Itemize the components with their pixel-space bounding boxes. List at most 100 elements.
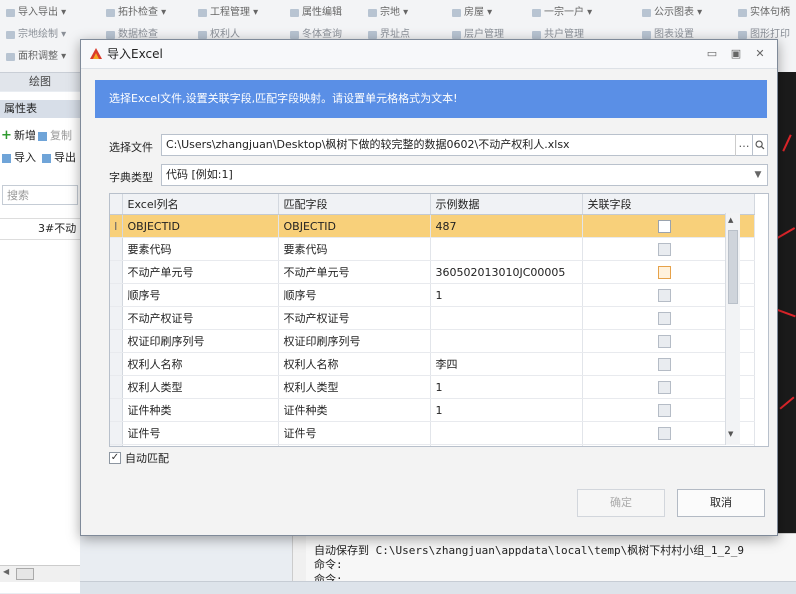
table-row[interactable]: 证件号 证件号 [110, 421, 755, 445]
browse-ellipsis-button[interactable]: … [735, 134, 752, 156]
minimize-icon[interactable]: ▭ [701, 45, 723, 63]
match-field-cell[interactable]: 权证印刷序列号 [278, 329, 431, 353]
scroll-down-icon[interactable]: ▼ [728, 430, 733, 438]
link-field-checkbox[interactable] [657, 403, 671, 417]
sample-data-cell[interactable] [430, 329, 583, 353]
scroll-up-icon[interactable]: ▲ [728, 216, 733, 224]
maximize-icon[interactable]: ▣ [725, 45, 747, 63]
link-field-checkbox[interactable] [657, 219, 671, 233]
ribbon-button[interactable]: 宗地 ▾ [366, 4, 408, 22]
ribbon-button[interactable]: 公示图表 ▾ [640, 4, 702, 22]
column-header-sample[interactable]: 示例数据 [430, 194, 583, 215]
match-field-cell[interactable]: 不动产单元号 [278, 260, 431, 284]
ribbon-button[interactable]: 宗地绘制 ▾ [4, 26, 66, 44]
table-row[interactable]: I OBJECTID OBJECTID 487 [110, 214, 755, 238]
map-canvas[interactable] [776, 72, 796, 593]
file-path-field[interactable]: C:\Users\zhangjuan\Desktop\枫树下做的较完整的数据06… [161, 134, 753, 156]
search-input[interactable]: 搜索 [2, 185, 78, 205]
table-row[interactable]: 权证印刷序列号 权证印刷序列号 [110, 329, 755, 353]
match-field-cell[interactable]: 证件种类 [278, 398, 431, 422]
link-field-checkbox[interactable] [657, 334, 671, 348]
table-row[interactable]: 权利人类型 权利人类型 1 [110, 375, 755, 399]
table-row[interactable]: 顺序号 顺序号 1 [110, 283, 755, 307]
chevron-down-icon[interactable]: ▼ [749, 164, 767, 186]
link-field-checkbox[interactable] [657, 380, 671, 394]
excel-column-cell[interactable]: 要素代码 [122, 237, 279, 261]
link-field-checkbox[interactable] [657, 242, 671, 256]
excel-column-cell[interactable]: 权证印刷序列号 [122, 329, 279, 353]
excel-column-cell[interactable]: 权利人名称 [122, 352, 279, 376]
excel-column-cell[interactable]: 证件号 [122, 421, 279, 445]
sample-data-cell[interactable]: 李四 [430, 352, 583, 376]
search-icon[interactable] [752, 134, 768, 156]
dialog-titlebar[interactable]: 导入Excel ▭ ▣ ✕ [81, 40, 777, 69]
sample-data-cell[interactable]: 1 [430, 375, 583, 399]
new-button[interactable]: 新增 [0, 128, 36, 144]
ribbon-button[interactable]: 房屋 ▾ [450, 4, 492, 22]
ok-button[interactable]: 确定 [577, 489, 665, 517]
ribbon-button[interactable]: 工程管理 ▾ [196, 4, 258, 22]
sample-data-cell[interactable]: 1 [430, 398, 583, 422]
table-row[interactable]: 不动产单元号 不动产单元号 360502013010JC00005 [110, 260, 755, 284]
link-field-checkbox[interactable] [657, 288, 671, 302]
ribbon-button[interactable]: 拓扑检查 ▾ [104, 4, 166, 22]
scroll-left-icon[interactable]: ◀ [3, 567, 9, 576]
ribbon-button[interactable]: 实体句柄 [736, 4, 790, 22]
link-field-checkbox[interactable] [657, 357, 671, 371]
table-row[interactable]: 不动产权证号 不动产权证号 [110, 306, 755, 330]
excel-column-cell[interactable]: OBJECTID [122, 214, 279, 238]
sample-data-cell[interactable] [430, 444, 583, 446]
map-line [776, 308, 796, 318]
export-button[interactable]: 导出 [40, 150, 76, 166]
link-field-checkbox[interactable] [657, 426, 671, 440]
match-field-cell[interactable]: 要素代码 [278, 237, 431, 261]
table-row[interactable]: 要素代码 要素代码 [110, 237, 755, 261]
auto-match-checkbox[interactable]: ✓ [109, 452, 121, 464]
scroll-thumb[interactable] [16, 568, 34, 580]
table-row[interactable]: 发证机关发证机关 [110, 444, 755, 446]
excel-column-cell[interactable]: 顺序号 [122, 283, 279, 307]
link-field-checkbox[interactable] [657, 265, 671, 279]
match-field-cell[interactable]: 发证机关 [278, 444, 431, 446]
ribbon-button[interactable]: 属性编辑 [288, 4, 342, 22]
horizontal-scrollbar[interactable]: ◀ [0, 565, 80, 582]
column-header-match[interactable]: 匹配字段 [278, 194, 431, 215]
list-item[interactable]: 3#不动 [0, 218, 80, 240]
excel-column-cell[interactable]: 权利人类型 [122, 375, 279, 399]
sample-data-cell[interactable]: 487 [430, 214, 583, 238]
scroll-thumb[interactable] [728, 230, 738, 304]
match-field-cell[interactable]: 权利人名称 [278, 352, 431, 376]
excel-column-cell[interactable]: 发证机关 [122, 444, 279, 446]
table-row[interactable]: 权利人名称 权利人名称 李四 [110, 352, 755, 376]
dialog-title: 导入Excel [107, 47, 163, 61]
cancel-button[interactable]: 取消 [677, 489, 765, 517]
sample-data-cell[interactable] [430, 306, 583, 330]
dict-type-select[interactable]: 代码 [例如:1] [161, 164, 768, 186]
match-field-cell[interactable]: 不动产权证号 [278, 306, 431, 330]
command-line-2: 命令: [314, 558, 343, 571]
sample-data-cell[interactable]: 360502013010JC00005 [430, 260, 583, 284]
match-field-cell[interactable]: 权利人类型 [278, 375, 431, 399]
ribbon-button[interactable]: 一宗一户 ▾ [530, 4, 592, 22]
excel-column-cell[interactable]: 不动产权证号 [122, 306, 279, 330]
sample-data-cell[interactable] [430, 237, 583, 261]
ribbon-button[interactable]: 导入导出 ▾ [4, 4, 66, 22]
excel-column-cell[interactable]: 证件种类 [122, 398, 279, 422]
match-field-cell[interactable]: 顺序号 [278, 283, 431, 307]
sample-data-cell[interactable] [430, 421, 583, 445]
table-row[interactable]: 证件种类 证件种类 1 [110, 398, 755, 422]
match-field-cell[interactable]: OBJECTID [278, 214, 431, 238]
ribbon-button[interactable]: 面积调整 ▾ [4, 48, 66, 66]
sample-data-cell[interactable]: 1 [430, 283, 583, 307]
copy-button[interactable]: 复制 [36, 128, 72, 144]
command-scrollbar[interactable] [292, 533, 307, 581]
column-header-excel[interactable]: Excel列名 [122, 194, 279, 215]
table-body: I OBJECTID OBJECTID 487 要素代码 要素代码 不动产单元号 不动产单元号… [110, 214, 755, 446]
import-button[interactable]: 导入 [0, 150, 36, 166]
match-field-cell[interactable]: 证件号 [278, 421, 431, 445]
close-icon[interactable]: ✕ [749, 45, 771, 63]
link-field-checkbox[interactable] [657, 311, 671, 325]
column-header-link[interactable]: 关联字段 [582, 194, 755, 215]
excel-column-cell[interactable]: 不动产单元号 [122, 260, 279, 284]
row-indicator [110, 444, 123, 446]
